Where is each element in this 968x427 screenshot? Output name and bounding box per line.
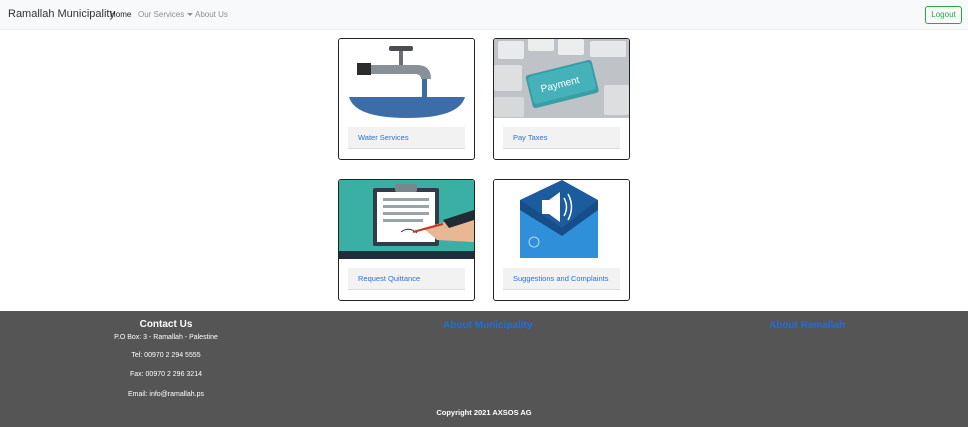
service-card-water[interactable]: Water Services [338, 38, 475, 160]
po-box-text: P.O Box: 3 - Ramallah - Palestine [114, 334, 218, 341]
page-footer: Contact Us P.O Box: 3 - Ramallah - Pales… [0, 311, 968, 427]
nav-services-dropdown[interactable]: Our Services [138, 10, 194, 19]
top-navbar: Ramallah Municipality Home Our Services … [0, 0, 968, 30]
service-label[interactable]: Water Services [348, 127, 465, 149]
nav-home-link[interactable]: Home [110, 10, 131, 19]
contact-title: Contact Us [139, 319, 193, 330]
fax-text: Fax: 00970 2 296 3214 [129, 371, 202, 378]
caret-down-icon [187, 13, 194, 17]
service-card-quittance[interactable]: Request Quittance [338, 179, 475, 301]
brand-link[interactable]: Ramallah Municipality [8, 8, 115, 20]
service-label[interactable]: Pay Taxes [503, 127, 620, 149]
about-municipality-link[interactable]: About Municipality [443, 320, 532, 331]
service-card-pay-taxes[interactable]: Payment Pay Taxes [493, 38, 630, 160]
email-text: Email: info@ramallah.ps [128, 391, 204, 398]
nav-about-link[interactable]: About Us [195, 10, 228, 19]
water-tap-image [339, 39, 474, 118]
about-ramallah-link[interactable]: About Ramallah [769, 320, 845, 331]
service-label[interactable]: Suggestions and Complaints [503, 268, 620, 290]
payment-key-image: Payment [494, 39, 629, 118]
copyright-text: Copyright 2021 AXSOS AG [436, 408, 532, 417]
nav-services-label: Our Services [138, 10, 185, 19]
clipboard-sign-image [339, 180, 474, 259]
logout-button[interactable]: Logout [925, 6, 962, 24]
service-card-suggestions[interactable]: Suggestions and Complaints [493, 179, 630, 301]
envelope-megaphone-image [494, 180, 629, 259]
service-label[interactable]: Request Quittance [348, 268, 465, 290]
tel-text: Tel: 00970 2 294 5555 [131, 352, 201, 359]
